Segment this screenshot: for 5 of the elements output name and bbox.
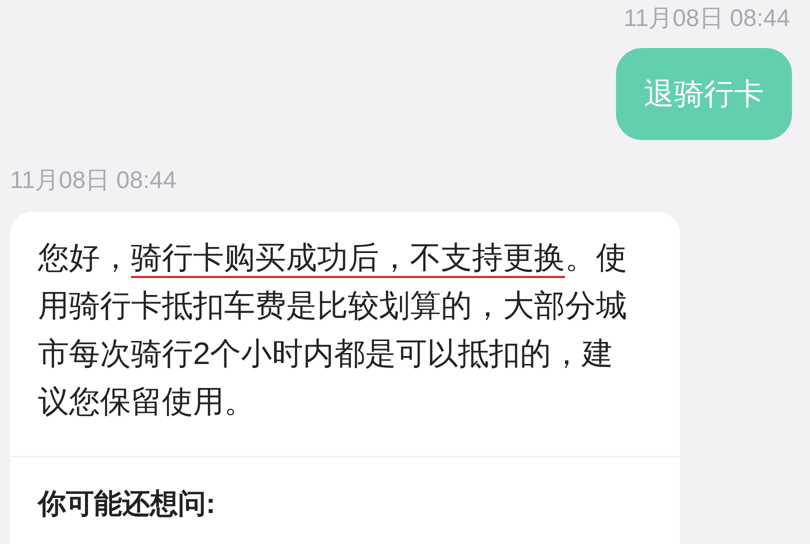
outgoing-message-bubble: 退骑行卡 (616, 48, 792, 140)
timestamp: 11月08日 08:44 (624, 4, 790, 34)
suggestions-title: 你可能还想问: (38, 488, 216, 519)
timestamp: 11月08日 08:44 (10, 166, 176, 196)
message-text: 您好，骑行卡购买成功后，不支持更换。使用骑行卡抵扣车费是比较划算的，大部分城市每次骑行2个小时内都是可以抵扣的，建议您保留使用。 (36, 239, 628, 421)
